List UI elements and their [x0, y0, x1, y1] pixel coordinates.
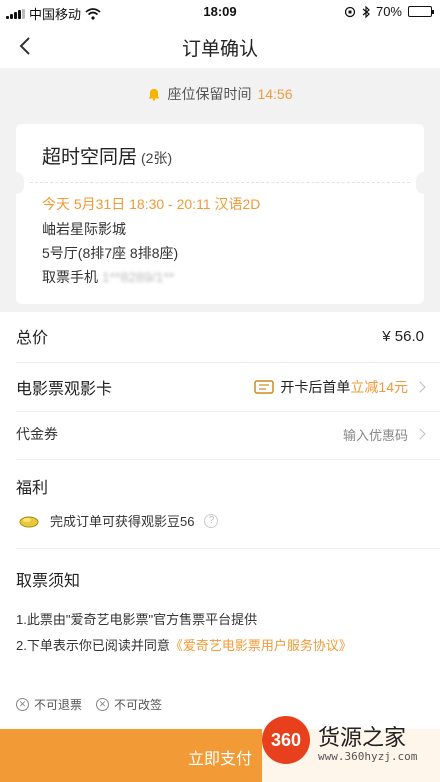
divider: [16, 411, 440, 412]
chevron-right-icon: [414, 381, 426, 393]
notice-title-row: 取票须知: [16, 568, 424, 590]
movie-name: 超时空同居: [42, 147, 138, 168]
movie-card-promo-prefix: 开卡后首单: [280, 379, 351, 395]
ticket-notch-left: [8, 172, 24, 194]
ticket-rules: ✕ 不可退票 ✕ 不可改签: [16, 696, 162, 713]
cinema-name: 岫岩星际影城: [42, 221, 126, 237]
bell-icon: [149, 89, 160, 101]
movie-card-label: 电影票观影卡: [16, 381, 113, 398]
cross-circle-icon: ✕: [16, 698, 29, 711]
divider: [16, 459, 440, 460]
ticket-notch-right: [416, 172, 432, 194]
orientation-lock-icon: [344, 6, 356, 17]
total-label: 总价: [16, 330, 49, 347]
bluetooth-icon: [362, 5, 370, 18]
ticket-card: 超时空同居 (2张) 今天 5月31日 18:30 - 20:11 汉语2D 岫岩…: [8, 124, 432, 304]
notice-line-2-text: 2.下单表示你已阅读并同意: [16, 638, 170, 653]
seat-hold-label: 座位保留时间: [167, 86, 252, 102]
chevron-right-icon: [414, 428, 426, 440]
coupon-label: 代金券: [16, 426, 58, 442]
hall-seats: 5号厅(8排7座 8排8座): [42, 245, 179, 261]
pickup-phone-number: 1**8289/1**: [101, 269, 175, 285]
nav-bar: 订单确认: [0, 24, 440, 68]
showtime: 今天 5月31日 18:30 - 20:11 汉语2D: [42, 196, 261, 212]
no-change-flag: ✕ 不可改签: [96, 696, 162, 713]
notice-line-1: 1.此票由"爱奇艺电影票"官方售票平台提供: [16, 612, 258, 627]
battery-icon: [408, 6, 434, 17]
pickup-phone: 取票手机 1**8289/1**: [42, 267, 174, 287]
seat-hold-timer: 座位保留时间 14:56: [0, 84, 440, 104]
status-bar: 中国移动 18:09 70%: [0, 0, 440, 24]
movie-card-promo-text: 开卡后首单立减14元: [280, 377, 408, 397]
ticket-divider: [30, 182, 410, 183]
no-change-text: 不可改签: [114, 698, 163, 712]
benefit-item: 完成订单可获得观影豆56 ?: [18, 511, 219, 530]
cross-circle-icon: ✕: [96, 698, 110, 711]
benefit-title-row: 福利: [16, 475, 424, 497]
watermark: 360 货源之家 www.360hyzj.com: [262, 712, 440, 782]
notice-line-2: 2.下单表示你已阅读并同意《爱奇艺电影票用户服务协议》: [16, 635, 352, 654]
help-icon[interactable]: ?: [204, 513, 219, 528]
total-row: 总价 ¥ 56.0: [16, 324, 424, 348]
watermark-url: www.360hyzj.com: [318, 750, 418, 763]
bean-icon: [19, 516, 39, 527]
status-right: 70%: [344, 4, 434, 19]
ticket-count: (2张): [141, 150, 173, 166]
no-refund-flag: ✕ 不可退票: [16, 696, 82, 713]
divider: [16, 548, 440, 549]
coupon-placeholder: 输入优惠码: [342, 427, 408, 443]
ticket-card-icon: [254, 380, 275, 394]
movie-card-promo[interactable]: 开卡后首单立减14元: [254, 377, 426, 397]
movie-card-row[interactable]: 电影票观影卡 开卡后首单立减14元: [16, 375, 426, 399]
watermark-name: 货源之家: [318, 726, 407, 751]
total-price: ¥ 56.0: [382, 327, 424, 345]
seat-hold-countdown: 14:56: [257, 86, 293, 102]
benefit-text: 完成订单可获得观影豆56: [50, 514, 195, 529]
service-agreement-link[interactable]: 《爱奇艺电影票用户服务协议》: [170, 638, 352, 653]
movie-title: 超时空同居 (2张): [42, 142, 172, 169]
movie-card-discount: 立减14元: [350, 379, 408, 395]
watermark-badge: 360: [262, 716, 310, 764]
battery-percent: 70%: [375, 4, 402, 19]
pickup-phone-label: 取票手机: [42, 269, 98, 285]
notice-title: 取票须知: [16, 573, 81, 590]
page-title: 订单确认: [181, 39, 258, 60]
no-refund-text: 不可退票: [34, 698, 83, 712]
divider: [16, 362, 440, 363]
coupon-input[interactable]: 输入优惠码: [342, 425, 426, 444]
benefit-title: 福利: [16, 480, 49, 497]
coupon-row[interactable]: 代金券 输入优惠码: [16, 423, 426, 445]
